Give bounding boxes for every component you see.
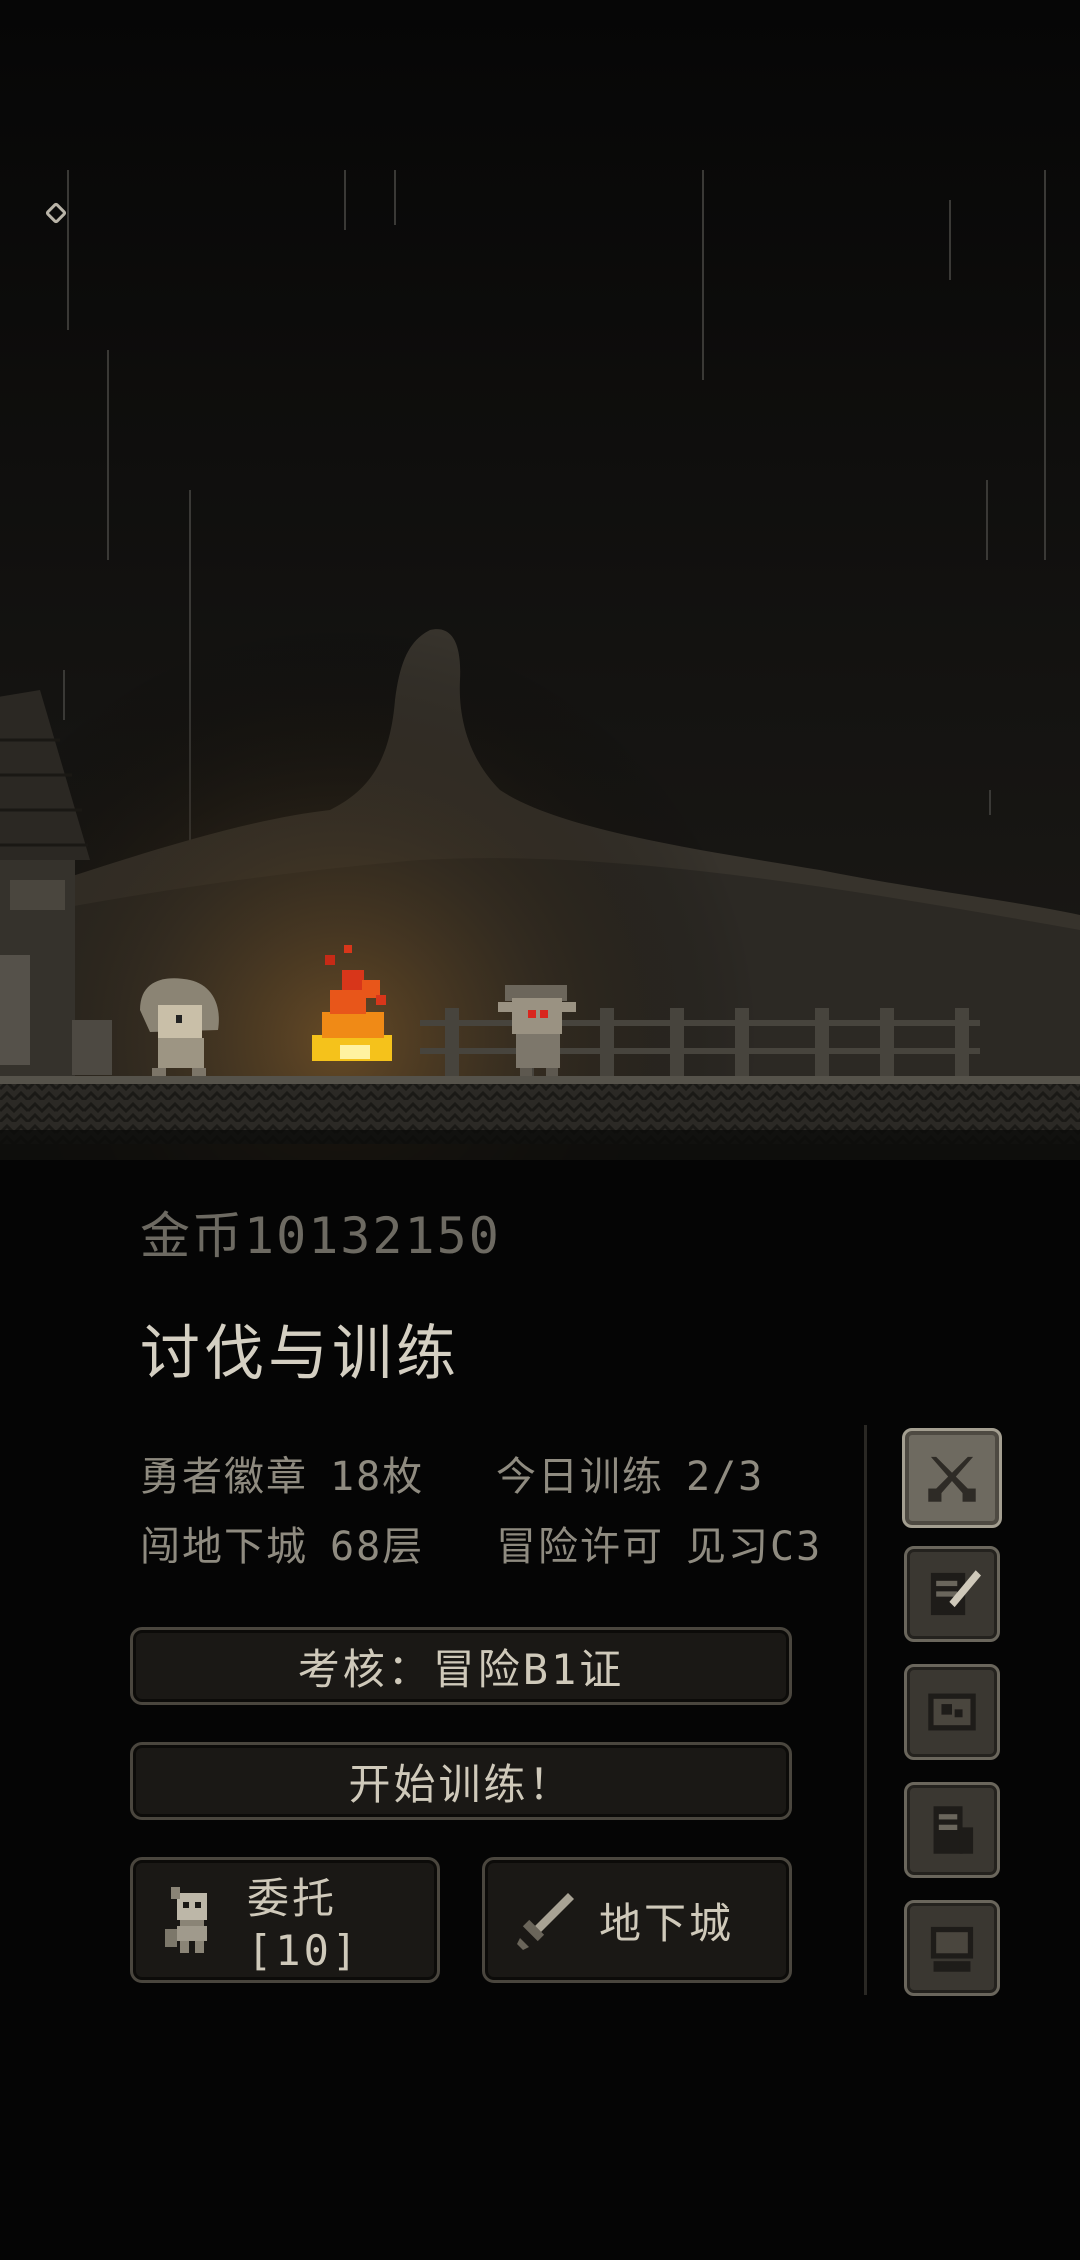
start-training-button[interactable]: 开始训练！ [130,1742,792,1820]
stat-label: 闯地下城 [140,1524,308,1570]
quest-button[interactable]: 委托[10] [130,1857,440,1983]
stat-value: 2/3 [686,1454,765,1500]
gold-counter: 金币10132150 [140,1207,501,1265]
stat-adventure-license: 冒险许可 见习C3 [496,1514,822,1572]
crossed-swords-icon [928,1456,976,1502]
stat-daily-training: 今日训练 2/3 [496,1444,764,1502]
skeleton-icon [165,1887,207,1953]
stat-hero-badges: 勇者徽章 18枚 [140,1444,424,1502]
game-scene [0,0,1080,1160]
stat-label: 冒险许可 [496,1524,664,1570]
stat-value: 68层 [330,1524,425,1570]
quest-button-label: 委托[10] [247,1874,361,1975]
map-icon [928,1693,976,1731]
scene-background [0,0,1080,1160]
side-tab-quests[interactable] [904,1546,1000,1642]
quill-scroll-icon [930,1570,981,1616]
side-tab-battle[interactable] [902,1428,1002,1528]
stat-value: 18枚 [330,1454,425,1500]
panel-title: 讨伐与训练 [140,1319,460,1389]
computer-icon [930,1926,974,1972]
stat-label: 勇者徽章 [140,1454,308,1500]
side-tab-map[interactable] [904,1664,1000,1760]
side-tab-computer[interactable] [904,1900,1000,1996]
stat-label: 今日训练 [496,1454,664,1500]
stat-dungeon-floor: 闯地下城 68层 [140,1514,424,1572]
stat-value: 见习C3 [686,1524,823,1570]
book-icon [933,1806,974,1854]
sword-icon [517,1893,574,1950]
dungeon-button[interactable]: 地下城 [482,1857,792,1983]
dungeon-button-label: 地下城 [599,1898,735,1948]
exam-button[interactable]: 考核：冒险B1证 [130,1627,792,1705]
side-tab-book[interactable] [904,1782,1000,1878]
panel-divider [864,1425,867,1995]
